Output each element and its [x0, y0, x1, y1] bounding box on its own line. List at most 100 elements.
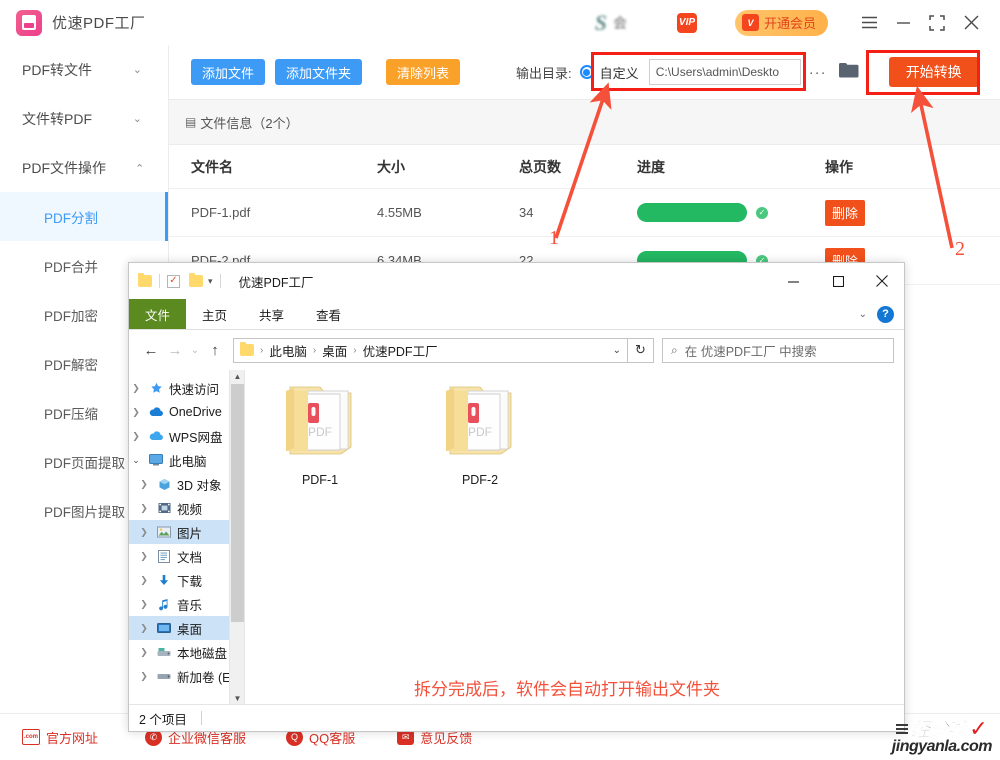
add-folder-button[interactable]: 添加文件夹 — [275, 59, 363, 85]
nav-label: 视频 — [177, 502, 203, 517]
nav-item-desktop[interactable]: ❯ 桌面 — [129, 616, 244, 640]
explorer-minimize-button[interactable] — [772, 266, 816, 296]
nav-pane-scrollbar[interactable]: ▲ ▼ — [229, 370, 244, 706]
blurred-account-mark: S 会 — [595, 10, 627, 36]
vip-icon: V — [741, 14, 759, 31]
sidebar-item-label: PDF加密 — [44, 308, 98, 324]
close-button[interactable] — [954, 6, 988, 40]
open-membership-button[interactable]: V 开通会员 — [734, 9, 828, 36]
chevron-right-icon[interactable]: ❯ — [129, 431, 143, 442]
sidebar-group-pdf-to-file[interactable]: PDF转文件 ⌄ — [0, 45, 168, 94]
help-icon[interactable]: ? — [877, 305, 894, 323]
nav-item-wps-cloud[interactable]: ❯ WPS网盘 — [129, 424, 244, 448]
chevron-down-icon: ⌄ — [132, 113, 142, 125]
chevron-down-icon[interactable]: ⌄ — [613, 345, 621, 356]
explorer-maximize-button[interactable] — [816, 266, 860, 296]
check-circle-icon: ✓ — [756, 206, 768, 219]
list-item[interactable]: PDF PDF-2 — [432, 378, 528, 487]
pdf-folder-icon: PDF — [286, 386, 352, 455]
delete-button[interactable]: 删除 — [825, 199, 865, 226]
up-arrow-icon[interactable]: ↑ — [203, 338, 227, 362]
com-box-icon: .com — [22, 729, 40, 745]
document-icon: ▤ — [185, 115, 197, 129]
folder-icon[interactable] — [138, 273, 152, 287]
vip-badge-icon[interactable]: VIP — [676, 12, 697, 33]
caret-down-icon[interactable]: ▾ — [208, 276, 213, 287]
nav-item-documents[interactable]: ❯ 文档 — [129, 544, 244, 568]
onedrive-cloud-icon — [148, 407, 164, 417]
footer-label: 官方网址 — [46, 730, 99, 746]
nav-item-this-pc[interactable]: ⌄ 此电脑 — [129, 448, 244, 472]
file-info-header: ▤ 文件信息（2个） — [169, 100, 1000, 145]
maximize-button[interactable] — [920, 6, 954, 40]
add-file-button[interactable]: 添加文件 — [191, 59, 266, 85]
chevron-right-icon[interactable]: ❯ — [137, 623, 151, 634]
scrollbar-thumb[interactable] — [231, 384, 244, 622]
explorer-title: 优速PDF工厂 — [238, 275, 314, 290]
chevron-right-icon[interactable]: ❯ — [137, 479, 151, 490]
volume-icon — [156, 672, 172, 681]
search-icon: ⌕ — [671, 342, 678, 357]
nav-item-music[interactable]: ❯ 音乐 — [129, 592, 244, 616]
sidebar-item-pdf-split[interactable]: PDF分割 — [0, 192, 168, 241]
chevron-right-icon[interactable]: ❯ — [137, 551, 151, 562]
nav-item-3d-objects[interactable]: ❯ 3D 对象 — [129, 472, 244, 496]
browse-more-button[interactable]: ··· — [809, 64, 827, 81]
explorer-search-input[interactable]: ⌕ 在 优速PDF工厂 中搜索 — [662, 337, 894, 363]
folder-icon — [240, 342, 254, 356]
chevron-right-icon[interactable]: ❯ — [137, 599, 151, 610]
list-item[interactable]: PDF PDF-1 — [272, 378, 368, 487]
chevron-down-icon[interactable]: ⌄ — [859, 309, 867, 320]
footer-official-site[interactable]: .com 官方网址 — [22, 728, 98, 747]
clear-list-button[interactable]: 清除列表 — [386, 59, 461, 85]
item-count-label: 2 个项目 — [139, 712, 187, 727]
cell-pages: 34 — [519, 205, 534, 220]
new-folder-icon[interactable] — [189, 273, 203, 287]
explorer-content-pane[interactable]: PDF PDF-1 PDF PDF-2 拆分完成后，软件会自动打开输出文件夹 — [245, 370, 904, 706]
table-row[interactable]: PDF-1.pdf 4.55MB 34 ✓ 删除 — [169, 189, 1000, 237]
forward-arrow-icon[interactable]: → — [163, 338, 187, 362]
recent-locations-icon[interactable]: ⌄ — [187, 338, 203, 362]
ribbon-tab-home[interactable]: 主页 — [186, 299, 243, 329]
ribbon-tab-view[interactable]: 查看 — [300, 299, 357, 329]
sidebar-group-file-to-pdf[interactable]: 文件转PDF ⌄ — [0, 94, 168, 143]
breadcrumb-current-folder[interactable]: 优速PDF工厂 — [363, 341, 438, 360]
chevron-down-icon[interactable]: ⌄ — [129, 455, 143, 466]
progress-bar — [637, 203, 747, 222]
ribbon-tab-share[interactable]: 共享 — [243, 299, 300, 329]
annotation-marker-1: 1 — [549, 227, 559, 249]
blurred-account-text: 会 — [612, 14, 627, 31]
ribbon-tab-file[interactable]: 文件 — [129, 299, 186, 329]
minimize-button[interactable] — [886, 6, 920, 40]
chevron-right-icon[interactable]: ❯ — [137, 575, 151, 586]
chevron-right-icon[interactable]: ❯ — [129, 383, 143, 394]
nav-item-onedrive[interactable]: ❯ OneDrive — [129, 400, 244, 424]
chevron-right-icon[interactable]: ❯ — [129, 407, 143, 418]
open-membership-label: 开通会员 — [763, 16, 816, 31]
chevron-right-icon[interactable]: ❯ — [137, 527, 151, 538]
scroll-up-arrow-icon[interactable]: ▲ — [230, 370, 244, 384]
nav-item-pictures[interactable]: ❯ 图片 — [129, 520, 244, 544]
cell-filename: PDF-1.pdf — [191, 205, 251, 220]
chevron-right-icon[interactable]: ❯ — [137, 647, 151, 658]
open-folder-icon[interactable] — [838, 62, 859, 83]
refresh-icon[interactable]: ↻ — [628, 337, 654, 363]
nav-item-videos[interactable]: ❯ 视频 — [129, 496, 244, 520]
col-progress: 进度 — [637, 158, 665, 175]
explorer-close-button[interactable] — [860, 266, 904, 296]
menu-button[interactable] — [852, 6, 886, 40]
properties-icon[interactable]: ✓ — [167, 274, 180, 288]
app-titlebar: 优速PDF工厂 S 会 VIP V 开通会员 — [0, 0, 1000, 45]
nav-item-downloads[interactable]: ❯ 下载 — [129, 568, 244, 592]
address-path-box[interactable]: › 此电脑 › 桌面 › 优速PDF工厂 ⌄ — [233, 337, 628, 363]
sidebar-group-pdf-operations[interactable]: PDF文件操作 ⌄ — [0, 143, 168, 192]
chevron-right-icon[interactable]: ❯ — [137, 503, 151, 514]
chevron-right-icon[interactable]: ❯ — [137, 671, 151, 682]
breadcrumb-desktop[interactable]: 桌面 — [322, 341, 347, 360]
nav-item-new-volume[interactable]: ❯ 新加卷 (E: — [129, 664, 244, 688]
nav-item-quick-access[interactable]: ❯ 快速访问 — [129, 376, 244, 400]
back-arrow-icon[interactable]: ← — [139, 338, 163, 362]
explorer-status-bar: 2 个项目 — [129, 704, 904, 731]
nav-item-local-disk[interactable]: ❯ 本地磁盘 — [129, 640, 244, 664]
breadcrumb-this-pc[interactable]: 此电脑 — [269, 341, 307, 360]
